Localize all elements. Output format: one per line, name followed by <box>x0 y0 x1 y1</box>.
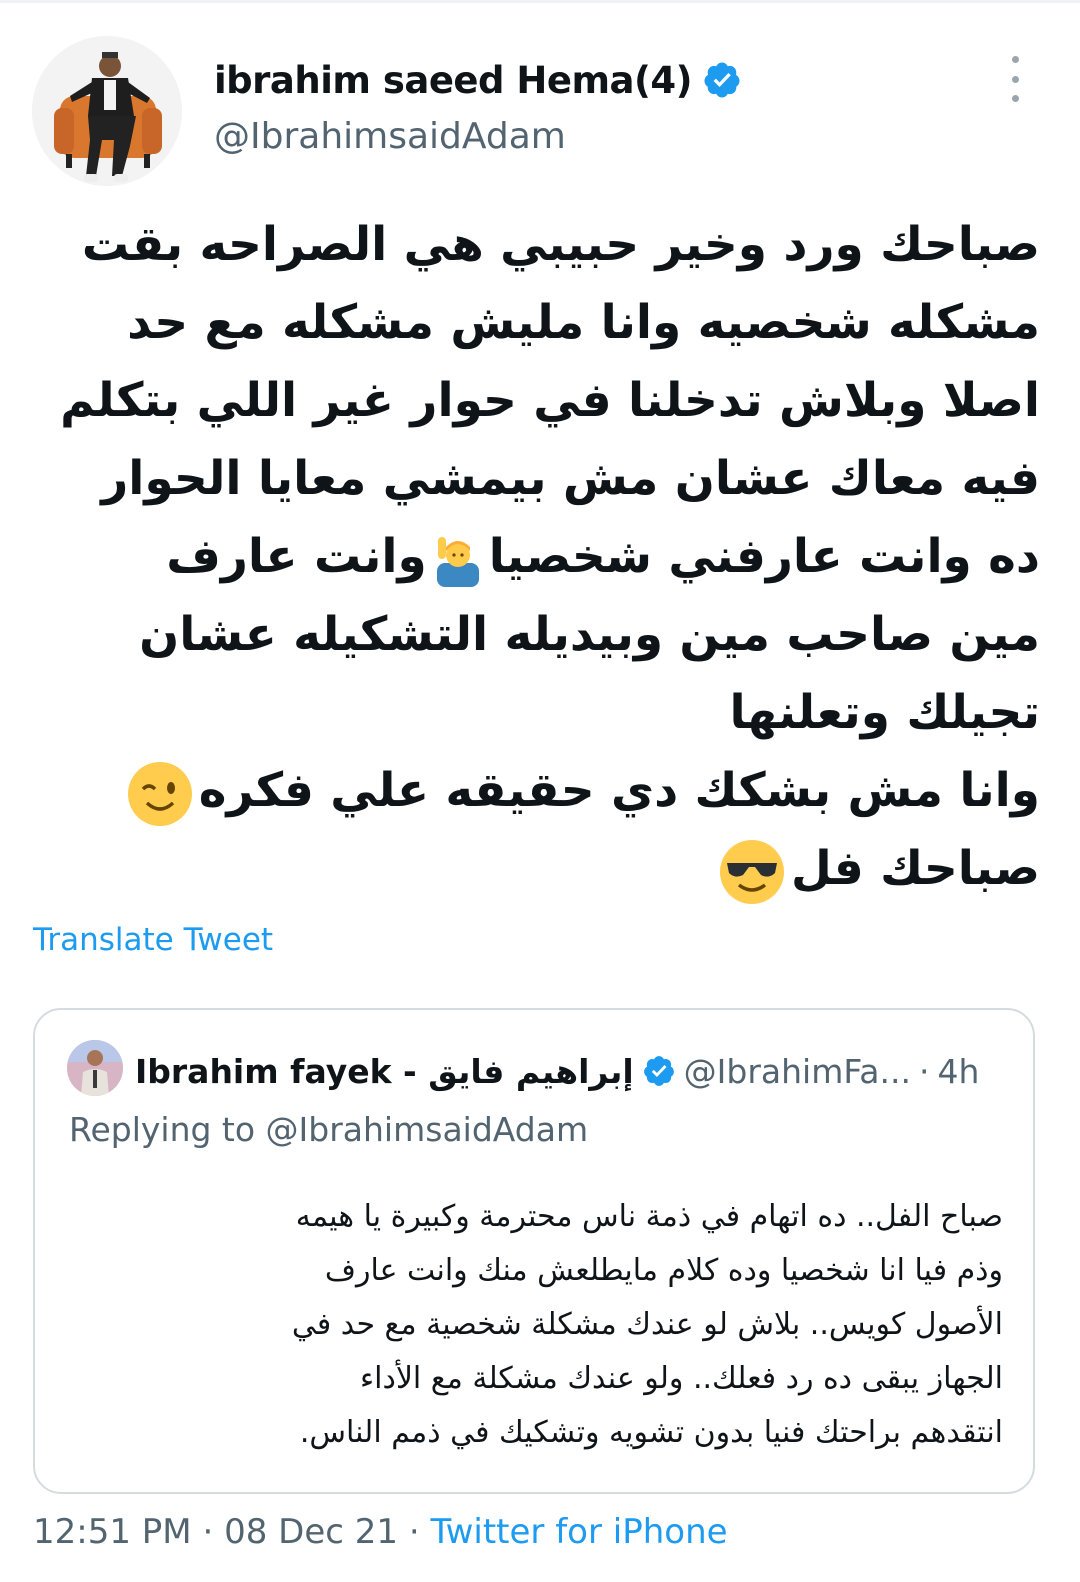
more-vertical-icon-dot <box>1011 95 1019 102</box>
tweet-line-part: ده وانت عارفني شخصيا <box>488 529 1040 584</box>
author-handle[interactable]: @IbrahimsaidAdam <box>214 116 566 157</box>
translate-tweet-link[interactable]: Translate Tweet <box>33 922 273 958</box>
quoted-author-handle[interactable]: @IbrahimFa... <box>684 1052 911 1091</box>
tweet-line: فيه معاك عشان مش بيمشي معايا الحوار <box>101 451 1040 506</box>
quoted-tweet-text: صباح الفل.. ده اتهام في ذمة ناس محترمة و… <box>65 1190 1003 1460</box>
tweet-line-part: وانا مش بشكك دي حقيقه علي فكره <box>198 763 1040 818</box>
replying-to-handle[interactable]: @IbrahimsaidAdam <box>266 1110 589 1149</box>
more-vertical-icon-dot <box>1011 75 1019 83</box>
man-raising-hand-emoji-icon <box>436 536 479 587</box>
verified-badge-icon <box>643 1056 674 1086</box>
tweet-line: مشكله شخصيه وانا مليش مشكله مع حد <box>127 295 1040 350</box>
tweet-line-with-emoji: ده وانت عارفني شخصيا وانت عارف <box>30 518 1040 596</box>
author-avatar[interactable] <box>32 36 182 186</box>
quoted-tweet-header: Ibrahim fayek - إبراهيم فايق @IbrahimFa.… <box>135 1044 979 1098</box>
quoted-author-name[interactable]: Ibrahim fayek - إبراهيم فايق <box>135 1052 634 1091</box>
tweet-line: تجيلك وتعلنها <box>729 685 1040 740</box>
quoted-tweet-line: الجهاز يبقى ده رد فعلك.. ولو عندك مشكلة … <box>360 1361 1003 1396</box>
replying-to-label: Replying to <box>69 1110 256 1149</box>
tweet-line-part: صباحك فل <box>791 841 1040 896</box>
meta-separator: · <box>408 1512 420 1552</box>
tweet-line: اصلا وبلاش تدخلنا في حوار غير اللي بتكلم <box>60 373 1040 428</box>
tweet-line-with-emoji: وانا مش بشكك دي حقيقه علي فكره <box>30 752 1040 830</box>
tweet-line: صباحك ورد وخير حبيبي هي الصراحه بقت <box>81 217 1040 272</box>
quoted-tweet-line: صباح الفل.. ده اتهام في ذمة ناس محترمة و… <box>295 1199 1003 1234</box>
more-vertical-icon <box>1011 56 1019 63</box>
tweet-line: مين صاحب مين وبيديله التشكيله عشان <box>139 607 1040 662</box>
top-divider <box>0 0 1080 3</box>
tweet-line-with-emoji: صباحك فل <box>30 830 1040 908</box>
meta-separator: · <box>202 1512 214 1552</box>
meta-separator: · <box>919 1051 930 1091</box>
verified-badge-icon <box>704 62 740 98</box>
tweet-time[interactable]: 12:51 PM <box>33 1512 192 1552</box>
user-avatar-photo-icon <box>32 36 182 186</box>
quoted-tweet-line: وذم فيا انا شخصيا وده كلام مايطلعش منك و… <box>324 1253 1003 1288</box>
quoted-author-avatar[interactable] <box>67 1040 123 1096</box>
smiling-face-with-sunglasses-emoji-icon <box>720 839 785 904</box>
winking-face-emoji-icon <box>127 761 192 826</box>
quoted-tweet-line: انتقدهم براحتك فنيا بدون تشويه وتشكيك في… <box>299 1415 1003 1450</box>
tweet-source-link[interactable]: Twitter for iPhone <box>430 1512 727 1552</box>
tweet-text: صباحك ورد وخير حبيبي هي الصراحه بقت مشكل… <box>30 206 1040 908</box>
author-name-row[interactable]: ibrahim saeed Hema(4) <box>214 52 742 108</box>
replying-to-line: Replying to @IbrahimsaidAdam <box>69 1110 588 1149</box>
tweet-line-part: وانت عارف <box>166 529 427 584</box>
tweet-date[interactable]: 08 Dec 21 <box>224 1512 398 1552</box>
quoted-tweet-line: الأصول كويس.. بلاش لو عندك مشكلة شخصية م… <box>291 1307 1003 1342</box>
more-options-button[interactable] <box>1000 56 1030 102</box>
quoted-tweet-time[interactable]: 4h <box>938 1052 980 1091</box>
quoted-user-avatar-photo-icon <box>67 1040 123 1096</box>
author-display-name[interactable]: ibrahim saeed Hema(4) <box>214 59 693 102</box>
quoted-tweet-card[interactable]: Ibrahim fayek - إبراهيم فايق @IbrahimFa.… <box>33 1008 1035 1494</box>
tweet-metadata: 12:51 PM · 08 Dec 21 · Twitter for iPhon… <box>33 1512 728 1552</box>
